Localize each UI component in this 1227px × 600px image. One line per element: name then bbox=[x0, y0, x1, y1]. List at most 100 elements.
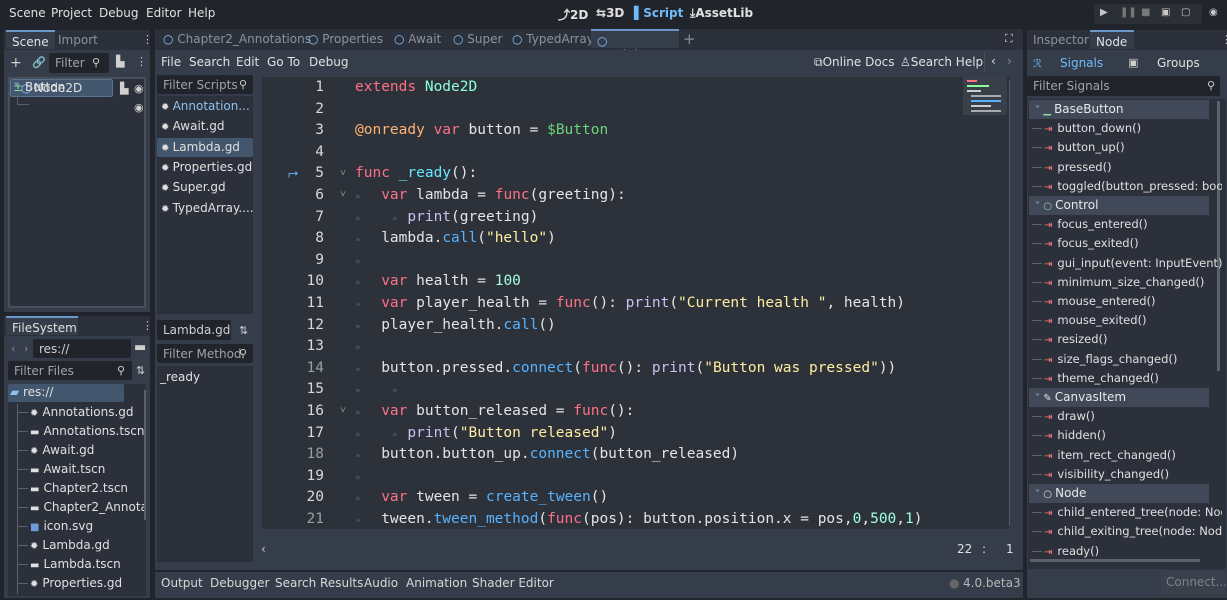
scene-tab-super[interactable]: ○ Super bbox=[447, 29, 508, 48]
fold-icon[interactable]: ˅ bbox=[340, 189, 346, 201]
dock-menu-icon[interactable]: ⋮ bbox=[142, 319, 153, 332]
bottom-tab-debugger[interactable]: Debugger bbox=[210, 576, 269, 590]
signal-item[interactable]: ⇥ resized() bbox=[1032, 332, 1108, 346]
history-forward-icon[interactable]: › bbox=[1007, 54, 1012, 68]
scene-tab-chapter2-annotations[interactable]: ○ Chapter2_Annotations bbox=[157, 29, 317, 48]
code-editor[interactable]: 1 2 3 4 5 6 7 8 9 10 11 12 13 14 15 16 17 18 19 20 21 ⮣ ˅ ˅ … bbox=[262, 77, 1010, 529]
code-line[interactable]: func _ready(): bbox=[355, 165, 477, 181]
code-line[interactable]: var lambda = func(greeting): bbox=[355, 187, 625, 203]
script-list-item[interactable]: ✹ Await.gd bbox=[157, 117, 253, 136]
signal-item[interactable]: ⇥ draw() bbox=[1032, 409, 1095, 423]
signal-item[interactable]: ⇥ button_down() bbox=[1032, 121, 1141, 135]
play-icon[interactable]: ▶ bbox=[1100, 7, 1108, 18]
back-icon[interactable]: ‹ bbox=[11, 342, 15, 355]
filter-files-input[interactable]: Filter Files bbox=[8, 361, 132, 380]
scene-tab-await[interactable]: ○ Await bbox=[388, 29, 447, 48]
code-line[interactable]: @onready var button = $Button bbox=[355, 122, 608, 138]
script-icon[interactable]: ▙ bbox=[120, 82, 128, 95]
menu-debug[interactable]: Debug bbox=[99, 6, 138, 20]
filter-signals-input[interactable]: Filter Signals bbox=[1027, 76, 1220, 96]
code-line[interactable]: print("Button released") bbox=[355, 425, 617, 441]
code-line[interactable]: tween.tween_method(func(pos): button.pos… bbox=[355, 511, 922, 527]
signal-item[interactable]: ⇥ toggled(button_pressed: bool) bbox=[1032, 179, 1222, 193]
signal-item[interactable]: ⇥ minimum_size_changed() bbox=[1032, 275, 1204, 289]
signal-category[interactable]: ˅ ○ Node bbox=[1029, 484, 1209, 503]
file-item[interactable]: ✹ Lambda.gd bbox=[18, 538, 110, 552]
tree-root[interactable]: ˅ ▰ res:// bbox=[8, 384, 124, 402]
visibility-icon[interactable]: ◉ bbox=[134, 101, 144, 114]
signal-item[interactable]: ⇥ button_up() bbox=[1032, 140, 1125, 154]
more-icon[interactable]: ⋮ bbox=[136, 55, 147, 68]
file-item[interactable]: ■ icon.svg bbox=[18, 519, 93, 533]
scene-tab-properties[interactable]: ○ Properties bbox=[302, 29, 389, 48]
bottom-tab-audio[interactable]: Audio bbox=[364, 576, 398, 590]
subtab-signals[interactable]: Signals bbox=[1060, 56, 1103, 70]
subtab-groups[interactable]: Groups bbox=[1157, 56, 1200, 70]
code-line[interactable]: var player_health = func(): print("Curre… bbox=[355, 295, 905, 311]
split-view-icon[interactable]: ▬ bbox=[134, 340, 146, 355]
signal-item[interactable]: ⇥ size_flags_changed() bbox=[1032, 352, 1177, 366]
main-screen-2d[interactable]: ⤴2D bbox=[558, 6, 588, 23]
minimap[interactable] bbox=[963, 77, 1007, 115]
path-input[interactable]: res:// bbox=[33, 339, 131, 358]
tab-import[interactable]: Import bbox=[52, 30, 104, 49]
signal-item[interactable]: ⇥ child_exiting_tree(node: Node) bbox=[1032, 524, 1222, 538]
code-line[interactable]: player_health.call() bbox=[355, 317, 556, 333]
distraction-free-icon[interactable]: ⛶ bbox=[1005, 32, 1013, 46]
file-item[interactable]: ▬ Await.tscn bbox=[18, 462, 105, 476]
scene-tab-typedarray[interactable]: ○ TypedArray bbox=[506, 29, 600, 48]
bottom-tab-search-results[interactable]: Search Results bbox=[275, 576, 363, 590]
play-custom-scene-icon[interactable]: ▢ bbox=[1181, 7, 1190, 18]
main-screen-assetlib[interactable]: ⤓AssetLib bbox=[690, 6, 753, 21]
script-menu-debug[interactable]: Debug bbox=[309, 55, 348, 69]
toggle-scripts-panel-icon[interactable]: ‹ bbox=[261, 542, 266, 556]
code-line[interactable]: extends Node2D bbox=[355, 79, 477, 95]
bottom-tab-shader-editor[interactable]: Shader Editor bbox=[472, 576, 554, 590]
code-scrollbar[interactable] bbox=[1009, 80, 1010, 526]
signal-item[interactable]: ⇥ visibility_changed() bbox=[1032, 467, 1169, 481]
script-list-item[interactable]: ✹ Lambda.gd bbox=[157, 137, 253, 157]
search-help-button[interactable]: ♙Search Help bbox=[900, 55, 983, 69]
script-list-item[interactable]: ✹ Annotation... bbox=[157, 97, 253, 116]
connect-button[interactable]: Connect... bbox=[1161, 571, 1227, 595]
sort-icon[interactable]: ⇅ bbox=[239, 324, 248, 337]
bookmark-icon[interactable]: ⮣ bbox=[288, 166, 298, 181]
visibility-icon[interactable]: ◉ bbox=[134, 82, 144, 95]
script-menu-edit[interactable]: Edit bbox=[236, 55, 259, 69]
code-line[interactable]: button.pressed.connect(func(): print("Bu… bbox=[355, 360, 896, 376]
tab-node[interactable]: Node bbox=[1090, 30, 1134, 49]
file-item[interactable]: ▬ Annotations.tscn bbox=[18, 424, 145, 438]
signal-item[interactable]: ⇥ mouse_exited() bbox=[1032, 313, 1146, 327]
dock-menu-icon[interactable]: ⋮ bbox=[1221, 33, 1227, 46]
attach-script-icon[interactable]: ▙ bbox=[116, 55, 124, 68]
menu-help[interactable]: Help bbox=[188, 6, 215, 20]
forward-icon[interactable]: › bbox=[24, 342, 28, 355]
movie-icon[interactable]: ◉ bbox=[1209, 7, 1218, 18]
file-item[interactable]: ▬ Lambda.tscn bbox=[18, 557, 121, 571]
fold-icon[interactable]: ˅ bbox=[340, 405, 346, 417]
stop-icon[interactable]: ■ bbox=[1141, 7, 1150, 18]
main-screen-script[interactable]: ▌Script bbox=[634, 6, 683, 20]
file-item[interactable]: ✹ Properties.gd bbox=[18, 576, 122, 590]
history-back-icon[interactable]: ‹ bbox=[991, 54, 996, 68]
method-item[interactable]: _ready bbox=[160, 370, 200, 384]
signal-item[interactable]: ⇥ ready() bbox=[1032, 544, 1099, 558]
signal-item[interactable]: ⇥ pressed() bbox=[1032, 160, 1112, 174]
script-list-item[interactable]: ✹ Super.gd bbox=[157, 178, 253, 197]
file-item[interactable]: ▬Chapter2_Annotatio bbox=[18, 500, 146, 514]
script-list-item[interactable]: ✹ TypedArray.... bbox=[157, 199, 254, 218]
bottom-tab-output[interactable]: Output bbox=[161, 576, 203, 590]
script-list-item[interactable]: ✹ Properties.gd bbox=[157, 158, 253, 177]
signal-item[interactable]: ⇥ focus_entered() bbox=[1032, 217, 1148, 231]
tab-inspector[interactable]: Inspector bbox=[1027, 30, 1095, 49]
tab-filesystem[interactable]: FileSystem bbox=[6, 316, 78, 335]
fold-icon[interactable]: ˅ bbox=[340, 168, 346, 180]
file-item[interactable]: ▬ Chapter2.tscn bbox=[18, 481, 128, 495]
scene-tab-lambda[interactable]: ○ Lambda✕ bbox=[591, 29, 679, 62]
menu-editor[interactable]: Editor bbox=[146, 6, 182, 20]
link-icon[interactable]: 🔗 bbox=[32, 56, 46, 69]
menu-scene[interactable]: Scene bbox=[9, 6, 46, 20]
tab-scene[interactable]: Scene bbox=[6, 30, 55, 49]
file-item[interactable]: ✹ Await.gd bbox=[18, 443, 94, 457]
signal-item[interactable]: ⇥ mouse_entered() bbox=[1032, 294, 1156, 308]
